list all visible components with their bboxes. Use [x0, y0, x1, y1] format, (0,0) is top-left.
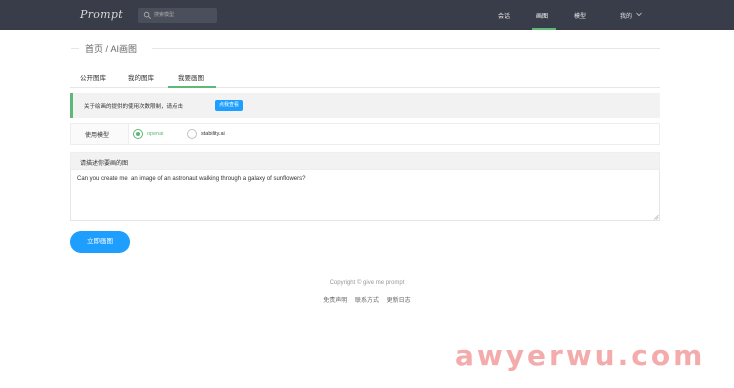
resize-grip-icon[interactable] — [653, 214, 659, 220]
radio-selected-dot — [136, 132, 140, 136]
chevron-down-icon[interactable] — [636, 12, 642, 17]
model-label-box: 使用模型 — [71, 124, 129, 144]
prompt-textarea[interactable]: Can you create me an image of an astrona… — [70, 170, 660, 221]
radio-openai[interactable] — [133, 129, 143, 139]
draw-now-button[interactable]: 立即画图 — [70, 231, 130, 253]
radio-label-openai[interactable]: openai — [147, 131, 164, 137]
tab-draw[interactable]: 我要画图 — [178, 72, 204, 82]
view-limit-button[interactable]: 点我查看 — [215, 100, 244, 111]
site-watermark: awyerwu.com — [455, 339, 706, 372]
top-nav-bar: Prompt 搜索模型 会话 画图 模型 我的 — [0, 0, 734, 30]
breadcrumb-divider-right — [152, 48, 660, 49]
nav-item-chat[interactable]: 会话 — [498, 11, 510, 20]
search-placeholder: 搜索模型 — [154, 12, 175, 18]
model-label: 使用模型 — [85, 133, 110, 139]
footer-link-disclaimer[interactable]: 免责声明 — [323, 298, 347, 304]
footer-link-contact[interactable]: 联系方式 — [355, 298, 379, 304]
tab-my-gallery[interactable]: 我的图库 — [128, 72, 154, 82]
footer-links: 免责声明 联系方式 更新日志 — [0, 295, 734, 304]
tabs-divider — [70, 87, 660, 88]
app-logo[interactable]: Prompt — [80, 8, 123, 21]
prompt-label-bar: 请描述你要画的图 — [70, 152, 660, 170]
model-selector: 使用模型 openai stability.ai — [70, 123, 660, 145]
notice-text: 关于绘画的提供的使用次数限制，请点击 — [84, 104, 184, 110]
nav-item-mine[interactable]: 我的 — [620, 11, 632, 20]
radio-stability[interactable] — [187, 129, 197, 139]
breadcrumb-divider-left — [71, 48, 79, 49]
nav-active-indicator — [532, 28, 556, 30]
nav-item-models[interactable]: 模型 — [574, 11, 586, 20]
search-input[interactable]: 搜索模型 — [138, 8, 217, 23]
usage-notice: 关于绘画的提供的使用次数限制，请点击 点我查看 — [70, 93, 660, 118]
footer-link-changelog[interactable]: 更新日志 — [387, 298, 411, 304]
prompt-label: 请描述你要画的图 — [80, 161, 129, 167]
search-icon — [143, 11, 151, 19]
radio-label-stability[interactable]: stability.ai — [201, 131, 225, 137]
tab-public-gallery[interactable]: 公开图库 — [80, 72, 106, 82]
tab-active-indicator — [168, 86, 216, 88]
footer-copyright: Copyright © give me prompt — [329, 280, 405, 286]
breadcrumb: 首页 / AI画图 — [85, 44, 138, 54]
nav-item-draw[interactable]: 画图 — [536, 11, 548, 20]
